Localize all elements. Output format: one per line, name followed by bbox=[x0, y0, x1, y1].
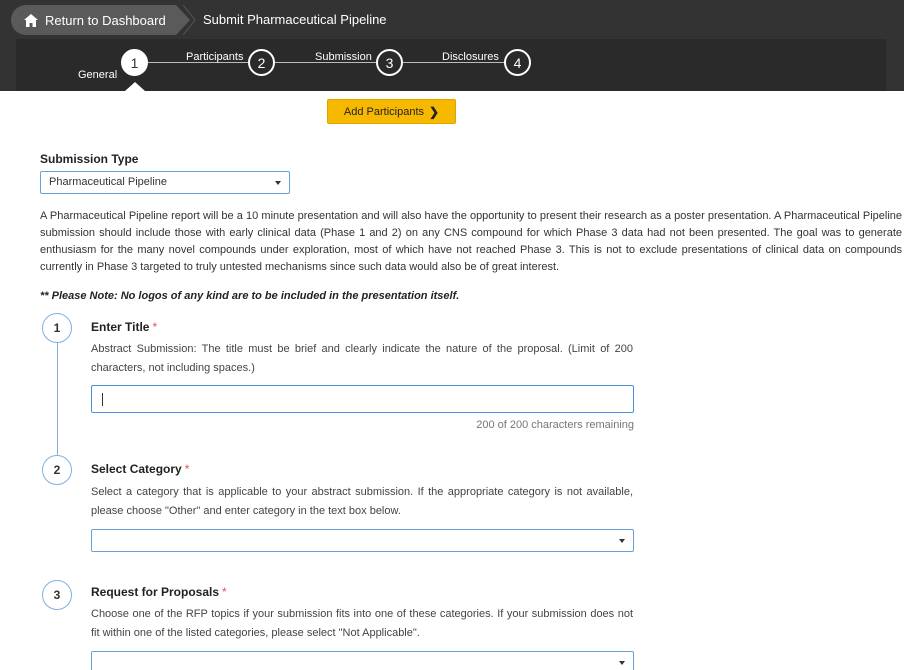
enter-title-label: Enter Title bbox=[91, 320, 150, 334]
submission-type-description: A Pharmaceutical Pipeline report will be… bbox=[40, 210, 902, 273]
text-cursor bbox=[102, 393, 103, 406]
step-number: 3 bbox=[385, 54, 394, 71]
return-to-dashboard-link[interactable]: Return to Dashboard bbox=[11, 5, 190, 35]
question-1-number: 1 bbox=[42, 313, 72, 343]
request-for-proposals-heading: Request for Proposals * bbox=[91, 585, 227, 599]
submission-type-value: Pharmaceutical Pipeline bbox=[49, 176, 168, 188]
breadcrumb: Return to Dashboard Submit Pharmaceutica… bbox=[11, 5, 387, 35]
add-participants-label: Add Participants bbox=[343, 105, 425, 118]
category-select[interactable] bbox=[91, 529, 634, 552]
logo-note: ** Please Note: No logos of any kind are… bbox=[40, 290, 460, 302]
step-3-submission[interactable]: 3 bbox=[376, 49, 403, 76]
return-to-dashboard-label: Return to Dashboard bbox=[45, 12, 166, 28]
active-step-pointer bbox=[125, 82, 145, 91]
chevron-right-icon: ❯ bbox=[429, 104, 440, 119]
step-1-general[interactable]: 1 bbox=[121, 49, 148, 76]
step-number: 2 bbox=[257, 54, 266, 71]
characters-remaining: 200 of 200 characters remaining bbox=[476, 419, 634, 431]
caret-down-icon bbox=[619, 539, 625, 543]
breadcrumb-separator-icon bbox=[182, 5, 196, 35]
select-category-heading: Select Category * bbox=[91, 462, 189, 476]
rfp-select[interactable] bbox=[91, 651, 634, 670]
step-2-participants[interactable]: 2 bbox=[248, 49, 275, 76]
home-icon bbox=[24, 13, 38, 27]
required-marker: * bbox=[222, 585, 227, 599]
question-3-number: 3 bbox=[42, 580, 72, 610]
step-number: 4 bbox=[513, 54, 522, 71]
title-input[interactable] bbox=[91, 385, 634, 413]
enter-title-help: Abstract Submission: The title must be b… bbox=[91, 343, 633, 374]
select-category-help: Select a category that is applicable to … bbox=[91, 486, 633, 517]
request-for-proposals-label: Request for Proposals bbox=[91, 585, 220, 599]
step-number: 1 bbox=[130, 54, 139, 71]
question-2-number: 2 bbox=[42, 455, 72, 485]
submission-type-label: Submission Type bbox=[40, 152, 139, 166]
step-label-submission: Submission bbox=[315, 51, 372, 63]
steps-connector-line bbox=[57, 340, 58, 460]
step-label-participants: Participants bbox=[186, 51, 244, 63]
step-label-disclosures: Disclosures bbox=[442, 51, 499, 63]
required-marker: * bbox=[184, 462, 190, 476]
request-for-proposals-help: Choose one of the RFP topics if your sub… bbox=[91, 608, 633, 639]
add-participants-button[interactable]: Add Participants ❯ bbox=[327, 99, 456, 124]
step-4-disclosures[interactable]: 4 bbox=[504, 49, 531, 76]
enter-title-heading: Enter Title * bbox=[91, 320, 157, 334]
caret-down-icon bbox=[275, 181, 281, 185]
submission-type-select[interactable]: Pharmaceutical Pipeline bbox=[40, 171, 290, 194]
page-title: Submit Pharmaceutical Pipeline bbox=[203, 12, 387, 27]
select-category-label: Select Category bbox=[91, 462, 182, 476]
required-marker: * bbox=[152, 320, 158, 334]
step-label-general: General bbox=[78, 69, 118, 81]
caret-down-icon bbox=[619, 661, 625, 665]
